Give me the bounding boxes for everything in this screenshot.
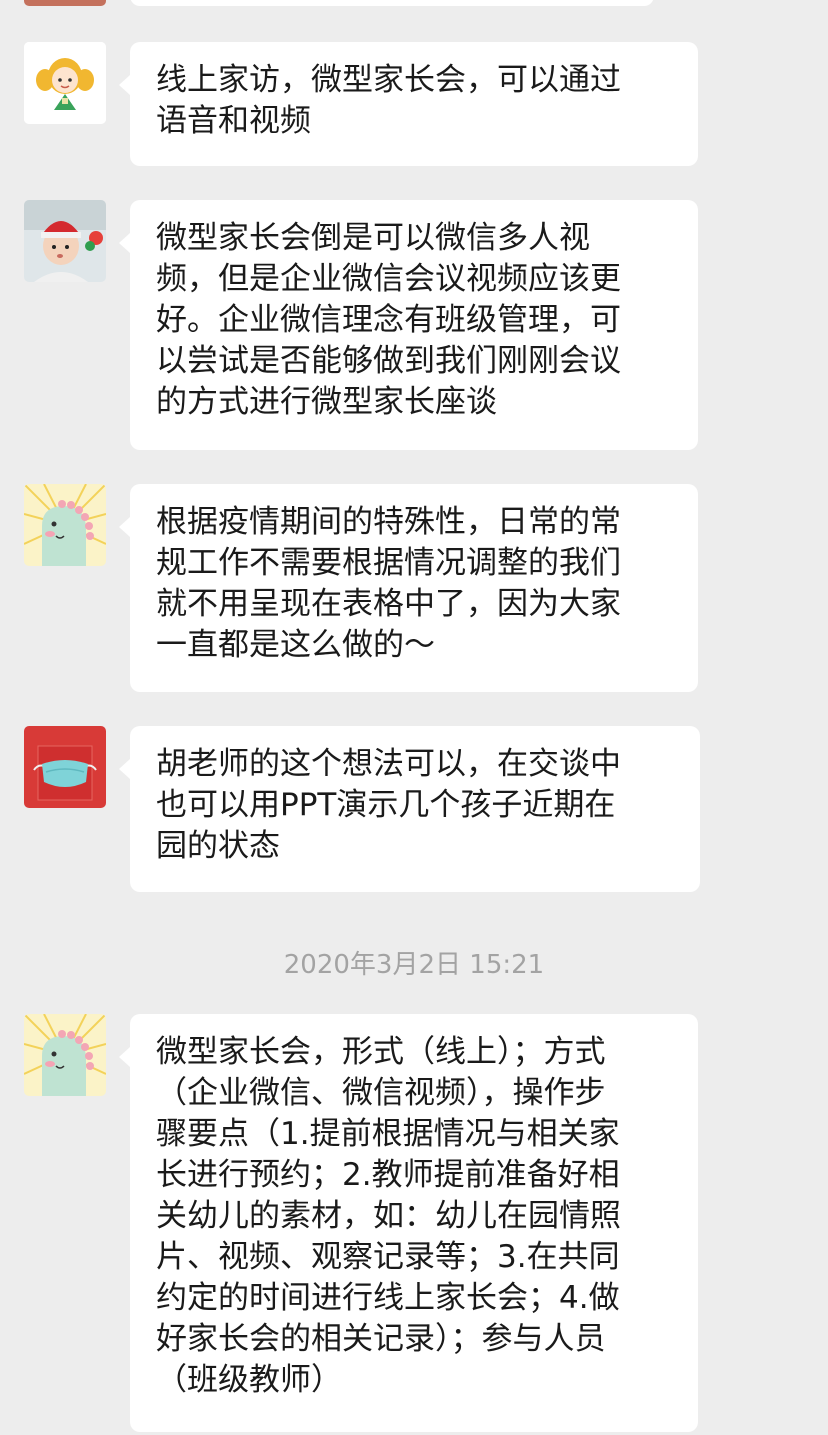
message-line: 的方式进行微型家长座谈: [156, 384, 497, 420]
avatar-dinosaur[interactable]: [24, 1014, 106, 1096]
message-bubble-4[interactable]: 胡老师的这个想法可以，在交谈中 也可以用PPT演示几个孩子近期在 园的状态: [119, 726, 700, 892]
previous-message-bubble[interactable]: [130, 0, 654, 6]
message-line: 线上家访，微型家长会，可以通过: [156, 62, 621, 98]
message-bubble-5[interactable]: 微型家长会，形式（线上）；方式 （企业微信、微信视频），操作步 骤要点（1.提前…: [119, 1014, 698, 1432]
message-line: 语音和视频: [156, 103, 311, 139]
message-bubble-1[interactable]: 线上家访，微型家长会，可以通过 语音和视频: [119, 42, 698, 166]
message-line: 规工作不需要根据情况调整的我们: [156, 545, 621, 581]
message-line: 就不用呈现在表格中了，因为大家: [156, 586, 621, 622]
timestamp: 2020年3月2日 15:21: [283, 950, 545, 980]
message-line: 骤要点（1.提前根据情况与相关家: [156, 1116, 620, 1152]
avatar-baby-photo[interactable]: [24, 200, 106, 282]
message-line: 以尝试是否能够做到我们刚刚会议: [156, 343, 621, 379]
message-line: 一直都是这么做的～: [156, 627, 435, 663]
message-line: 也可以用PPT演示几个孩子近期在: [156, 787, 616, 823]
previous-avatar[interactable]: [24, 0, 106, 6]
message-line: （班级教师）: [156, 1362, 342, 1398]
message-line: 好。企业微信理念有班级管理，可: [156, 302, 621, 338]
message-line: 微型家长会，形式（线上）；方式: [156, 1034, 606, 1070]
message-line: 长进行预约；2.教师提前准备好相: [156, 1157, 620, 1193]
message-line: 胡老师的这个想法可以，在交谈中: [156, 746, 621, 782]
message-bubble-2[interactable]: 微型家长会倒是可以微信多人视 频，但是企业微信会议视频应该更 好。企业微信理念有…: [119, 200, 698, 450]
message-line: 微型家长会倒是可以微信多人视: [156, 220, 590, 256]
message-line: 片、视频、观察记录等；3.在共同: [156, 1239, 620, 1275]
avatar-cartoon-girl[interactable]: [24, 42, 106, 124]
message-line: 约定的时间进行线上家长会；4.做: [156, 1280, 620, 1316]
message-line: 频，但是企业微信会议视频应该更: [156, 261, 621, 297]
message-line: 根据疫情期间的特殊性，日常的常: [156, 504, 621, 540]
message-line: 园的状态: [156, 828, 280, 864]
avatar-dinosaur[interactable]: [24, 484, 106, 566]
message-line: 关幼儿的素材，如：幼儿在园情照: [156, 1198, 621, 1234]
message-line: 好家长会的相关记录）；参与人员: [156, 1321, 606, 1357]
message-bubble-3[interactable]: 根据疫情期间的特殊性，日常的常 规工作不需要根据情况调整的我们 就不用呈现在表格…: [119, 484, 698, 692]
message-line: （企业微信、微信视频），操作步: [156, 1075, 606, 1111]
avatar-mask[interactable]: [24, 726, 106, 808]
